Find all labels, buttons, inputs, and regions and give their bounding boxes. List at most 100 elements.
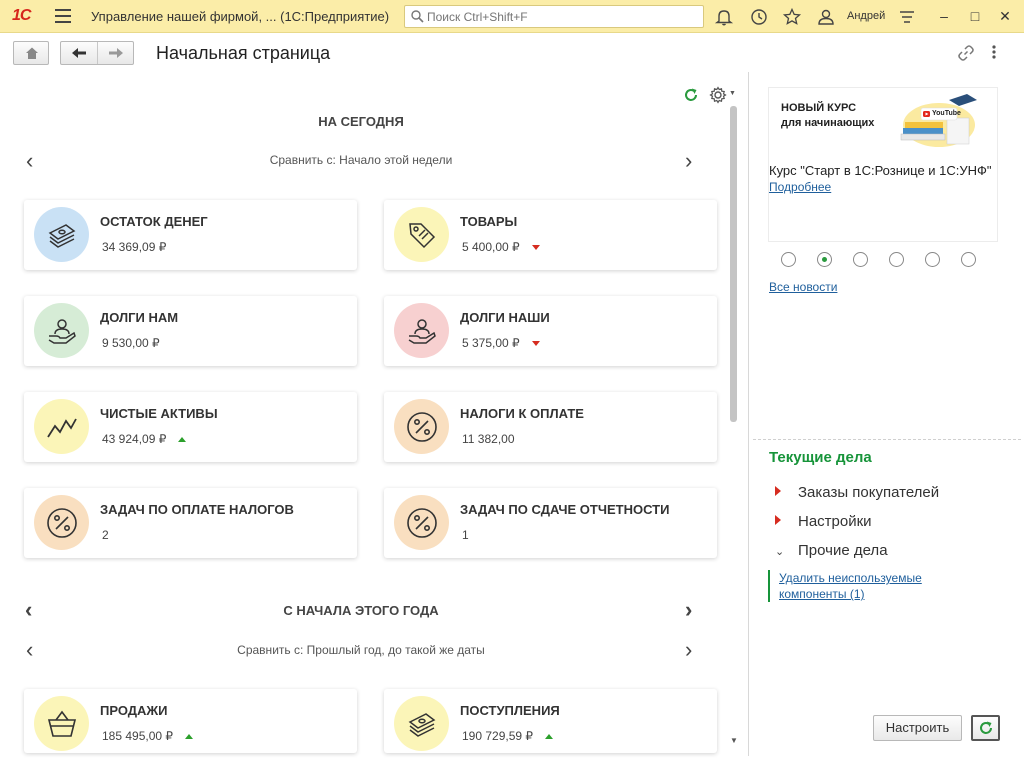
card-value: 11 382,00 [462, 432, 515, 446]
back-arrow-icon[interactable] [71, 47, 87, 59]
card-title: ЗАДАЧ ПО ОПЛАТЕ НАЛОГОВ [100, 502, 294, 517]
prev-period-arrow-icon[interactable]: ‹ [26, 639, 33, 661]
compare-period-today[interactable]: Сравнить с: Начало этой недели [111, 153, 611, 167]
news-dot-1[interactable] [781, 252, 796, 267]
trend-down-icon [531, 341, 540, 347]
prev-period-arrow-icon[interactable]: ‹ [26, 150, 33, 172]
card-taxes-due[interactable]: НАЛОГИ К ОПЛАТЕ 11 382,00 [384, 392, 717, 462]
trend-up-icon [178, 437, 187, 443]
search-box[interactable] [404, 5, 704, 28]
card-receipts[interactable]: ПОСТУПЛЕНИЯ 190 729,59 ₽ [384, 689, 717, 753]
all-news-link[interactable]: Все новости [769, 280, 837, 294]
news-card[interactable]: НОВЫЙ КУРС для начинающих YouTube Курс "С… [768, 87, 998, 242]
home-icon [26, 47, 38, 59]
remove-unused-components-link[interactable]: Удалить неиспользуемые компоненты (1) [768, 570, 922, 602]
maximize-icon[interactable]: □ [965, 6, 985, 26]
refresh-tasks-button[interactable] [971, 715, 1000, 741]
news-dot-6[interactable] [961, 252, 976, 267]
banner-text: НОВЫЙ КУРС для начинающих [781, 102, 875, 129]
collapsed-triangle-icon [775, 486, 781, 496]
setup-button[interactable]: Настроить [873, 715, 962, 741]
percent-icon [394, 495, 449, 550]
card-value: 5 400,00 ₽ [462, 240, 540, 254]
card-value: 5 375,00 ₽ [462, 336, 540, 350]
card-title: ПОСТУПЛЕНИЯ [460, 703, 560, 718]
news-banner[interactable]: НОВЫЙ КУРС для начинающих YouTube [769, 88, 997, 156]
basket-icon [34, 696, 89, 751]
news-title: Курс "Старт в 1С:Рознице и 1С:УНФ" [769, 163, 992, 178]
scroll-down-icon[interactable]: ▼ [730, 736, 738, 745]
card-value: 190 729,59 ₽ [462, 729, 554, 743]
card-sales[interactable]: ПРОДАЖИ 185 495,00 ₽ [24, 689, 357, 753]
user-icon[interactable] [816, 7, 836, 27]
money-stack-icon [394, 696, 449, 751]
news-more-link[interactable]: Подробнее [769, 180, 831, 194]
user-name[interactable]: Андрей [847, 10, 885, 22]
main-menu-icon[interactable] [55, 9, 71, 23]
next-period-arrow-icon[interactable]: › [685, 150, 692, 172]
minimize-icon[interactable]: – [934, 6, 954, 26]
bell-icon[interactable] [714, 7, 734, 27]
refresh-icon[interactable] [683, 87, 699, 103]
trend-up-icon [545, 734, 554, 740]
nav-bar: Начальная страница [0, 34, 1024, 72]
card-title: ДОЛГИ НАМ [100, 310, 179, 325]
card-value: 185 495,00 ₽ [102, 729, 194, 743]
prev-section-arrow-icon[interactable]: ‹ [25, 599, 32, 621]
panel-divider[interactable] [748, 72, 749, 756]
card-value: 34 369,09 ₽ [102, 240, 167, 254]
gear-icon[interactable] [709, 86, 727, 104]
card-title: ТОВАРЫ [460, 214, 518, 229]
percent-icon [34, 495, 89, 550]
back-forward-buttons [60, 41, 134, 65]
section-title-today: НА СЕГОДНЯ [318, 114, 404, 129]
search-input[interactable] [427, 8, 697, 25]
next-section-arrow-icon[interactable]: › [685, 599, 692, 621]
link-icon[interactable] [957, 44, 975, 62]
news-dot-2[interactable] [817, 252, 832, 267]
money-stack-icon [34, 207, 89, 262]
card-net-assets[interactable]: ЧИСТЫЕ АКТИВЫ 43 924,09 ₽ [24, 392, 357, 462]
search-icon [411, 10, 424, 23]
star-icon[interactable] [782, 7, 802, 27]
home-button[interactable] [13, 41, 49, 65]
news-dot-3[interactable] [853, 252, 868, 267]
card-value: 1 [462, 528, 469, 542]
news-dot-5[interactable] [925, 252, 940, 267]
card-reporting-tasks[interactable]: ЗАДАЧ ПО СДАЧЕ ОТЧЕТНОСТИ 1 [384, 488, 717, 558]
course-illustration [900, 94, 977, 147]
card-receivables[interactable]: ДОЛГИ НАМ 9 530,00 ₽ [24, 296, 357, 366]
app-logo: 1С [12, 7, 31, 24]
history-icon[interactable] [749, 7, 769, 27]
card-payables[interactable]: ДОЛГИ НАШИ 5 375,00 ₽ [384, 296, 717, 366]
card-cash-balance[interactable]: ОСТАТОК ДЕНЕГ 34 369,09 ₽ [24, 200, 357, 270]
news-dot-4[interactable] [889, 252, 904, 267]
dashboard-scrollbar[interactable]: ▼ [730, 88, 738, 745]
close-icon[interactable]: ✕ [995, 6, 1015, 26]
compare-period-year[interactable]: Сравнить с: Прошлый год, до такой же дат… [111, 643, 611, 657]
task-group-customer-orders[interactable]: Заказы покупателей [775, 484, 939, 501]
task-group-settings[interactable]: Настройки [775, 513, 872, 530]
card-title: НАЛОГИ К ОПЛАТЕ [460, 406, 584, 421]
section-title-year: С НАЧАЛА ЭТОГО ГОДА [283, 603, 439, 618]
page-title: Начальная страница [156, 43, 331, 63]
settings-menu-icon[interactable] [897, 7, 917, 27]
next-period-arrow-icon[interactable]: › [685, 639, 692, 661]
forward-arrow-icon[interactable] [108, 47, 124, 59]
card-title: ОСТАТОК ДЕНЕГ [100, 214, 208, 229]
card-tax-payment-tasks[interactable]: ЗАДАЧ ПО ОПЛАТЕ НАЛОГОВ 2 [24, 488, 357, 558]
hand-person-icon [394, 303, 449, 358]
youtube-badge: YouTube [932, 110, 961, 117]
collapsed-triangle-icon [775, 515, 781, 525]
task-group-other[interactable]: ⌄ Прочие дела [775, 542, 888, 559]
zigzag-chart-icon [34, 399, 89, 454]
card-title: ДОЛГИ НАШИ [460, 310, 550, 325]
price-tag-icon [394, 207, 449, 262]
more-menu-icon[interactable] [991, 44, 997, 60]
card-goods[interactable]: ТОВАРЫ 5 400,00 ₽ [384, 200, 717, 270]
trend-up-icon [185, 734, 194, 740]
percent-icon [394, 399, 449, 454]
scrollbar-thumb[interactable] [730, 106, 737, 422]
panel-separator [753, 439, 1021, 440]
app-title: Управление нашей фирмой, ... (1С:Предпри… [91, 9, 390, 24]
